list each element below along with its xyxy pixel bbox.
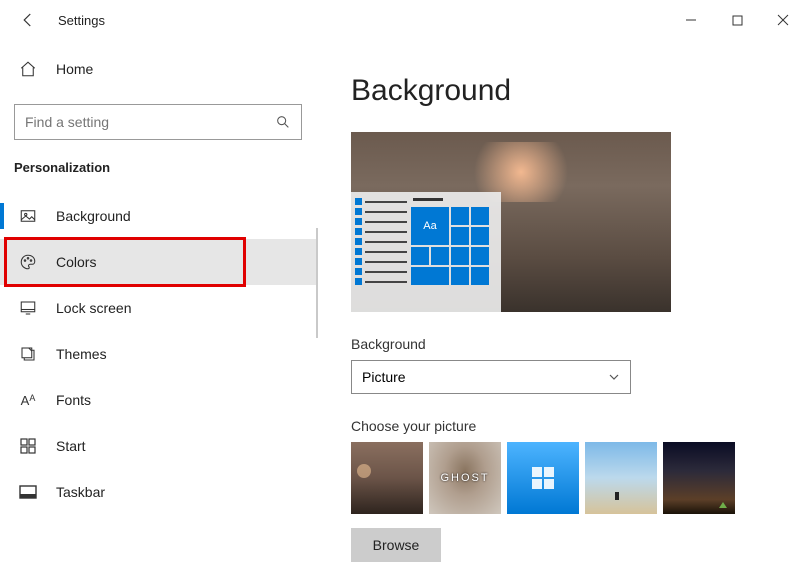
maximize-button[interactable] bbox=[714, 4, 760, 36]
sidebar-item-label: Fonts bbox=[56, 392, 91, 408]
sidebar-item-colors[interactable]: Colors bbox=[0, 239, 316, 285]
search-icon bbox=[275, 114, 291, 130]
desktop-preview: Aa bbox=[351, 132, 671, 312]
taskbar-icon bbox=[18, 485, 38, 499]
start-icon bbox=[18, 438, 38, 454]
picture-thumb-3[interactable] bbox=[507, 442, 579, 514]
preview-sample-text: Aa bbox=[411, 207, 449, 245]
background-dropdown[interactable]: Picture bbox=[351, 360, 631, 394]
minimize-button[interactable] bbox=[668, 4, 714, 36]
windows-logo-icon bbox=[532, 467, 554, 489]
home-icon bbox=[18, 60, 38, 78]
search-input[interactable] bbox=[25, 114, 275, 130]
chevron-down-icon bbox=[608, 371, 620, 383]
background-dropdown-label: Background bbox=[351, 336, 758, 352]
window-title: Settings bbox=[58, 13, 105, 28]
scrollbar[interactable] bbox=[316, 228, 318, 338]
browse-button[interactable]: Browse bbox=[351, 528, 441, 562]
sidebar-item-taskbar[interactable]: Taskbar bbox=[0, 469, 316, 515]
themes-icon bbox=[18, 345, 38, 363]
lock-screen-icon bbox=[18, 299, 38, 317]
sidebar-item-label: Background bbox=[56, 208, 131, 224]
close-button[interactable] bbox=[760, 4, 806, 36]
dropdown-value: Picture bbox=[362, 369, 406, 385]
sidebar-item-label: Start bbox=[56, 438, 86, 454]
sidebar-item-label: Themes bbox=[56, 346, 107, 362]
search-box[interactable] bbox=[14, 104, 302, 140]
sidebar-item-label: Colors bbox=[56, 254, 96, 270]
sidebar-item-lock-screen[interactable]: Lock screen bbox=[0, 285, 316, 331]
sidebar-item-start[interactable]: Start bbox=[0, 423, 316, 469]
category-title: Personalization bbox=[0, 160, 316, 193]
picture-thumb-2[interactable]: GHOST bbox=[429, 442, 501, 514]
picture-icon bbox=[18, 207, 38, 225]
sidebar-item-background[interactable]: Background bbox=[0, 193, 316, 239]
palette-icon bbox=[18, 253, 38, 271]
picture-thumb-1[interactable] bbox=[351, 442, 423, 514]
sidebar-item-fonts[interactable]: AA Fonts bbox=[0, 377, 316, 423]
fonts-icon: AA bbox=[18, 393, 38, 408]
choose-picture-label: Choose your picture bbox=[351, 418, 758, 434]
home-link[interactable]: Home bbox=[0, 60, 316, 96]
sidebar-item-label: Taskbar bbox=[56, 484, 105, 500]
sidebar-item-label: Lock screen bbox=[56, 300, 131, 316]
page-title: Background bbox=[351, 74, 758, 108]
sidebar-item-themes[interactable]: Themes bbox=[0, 331, 316, 377]
picture-thumb-5[interactable] bbox=[663, 442, 735, 514]
back-button[interactable] bbox=[14, 6, 42, 34]
picture-thumb-4[interactable] bbox=[585, 442, 657, 514]
home-label: Home bbox=[56, 61, 93, 77]
